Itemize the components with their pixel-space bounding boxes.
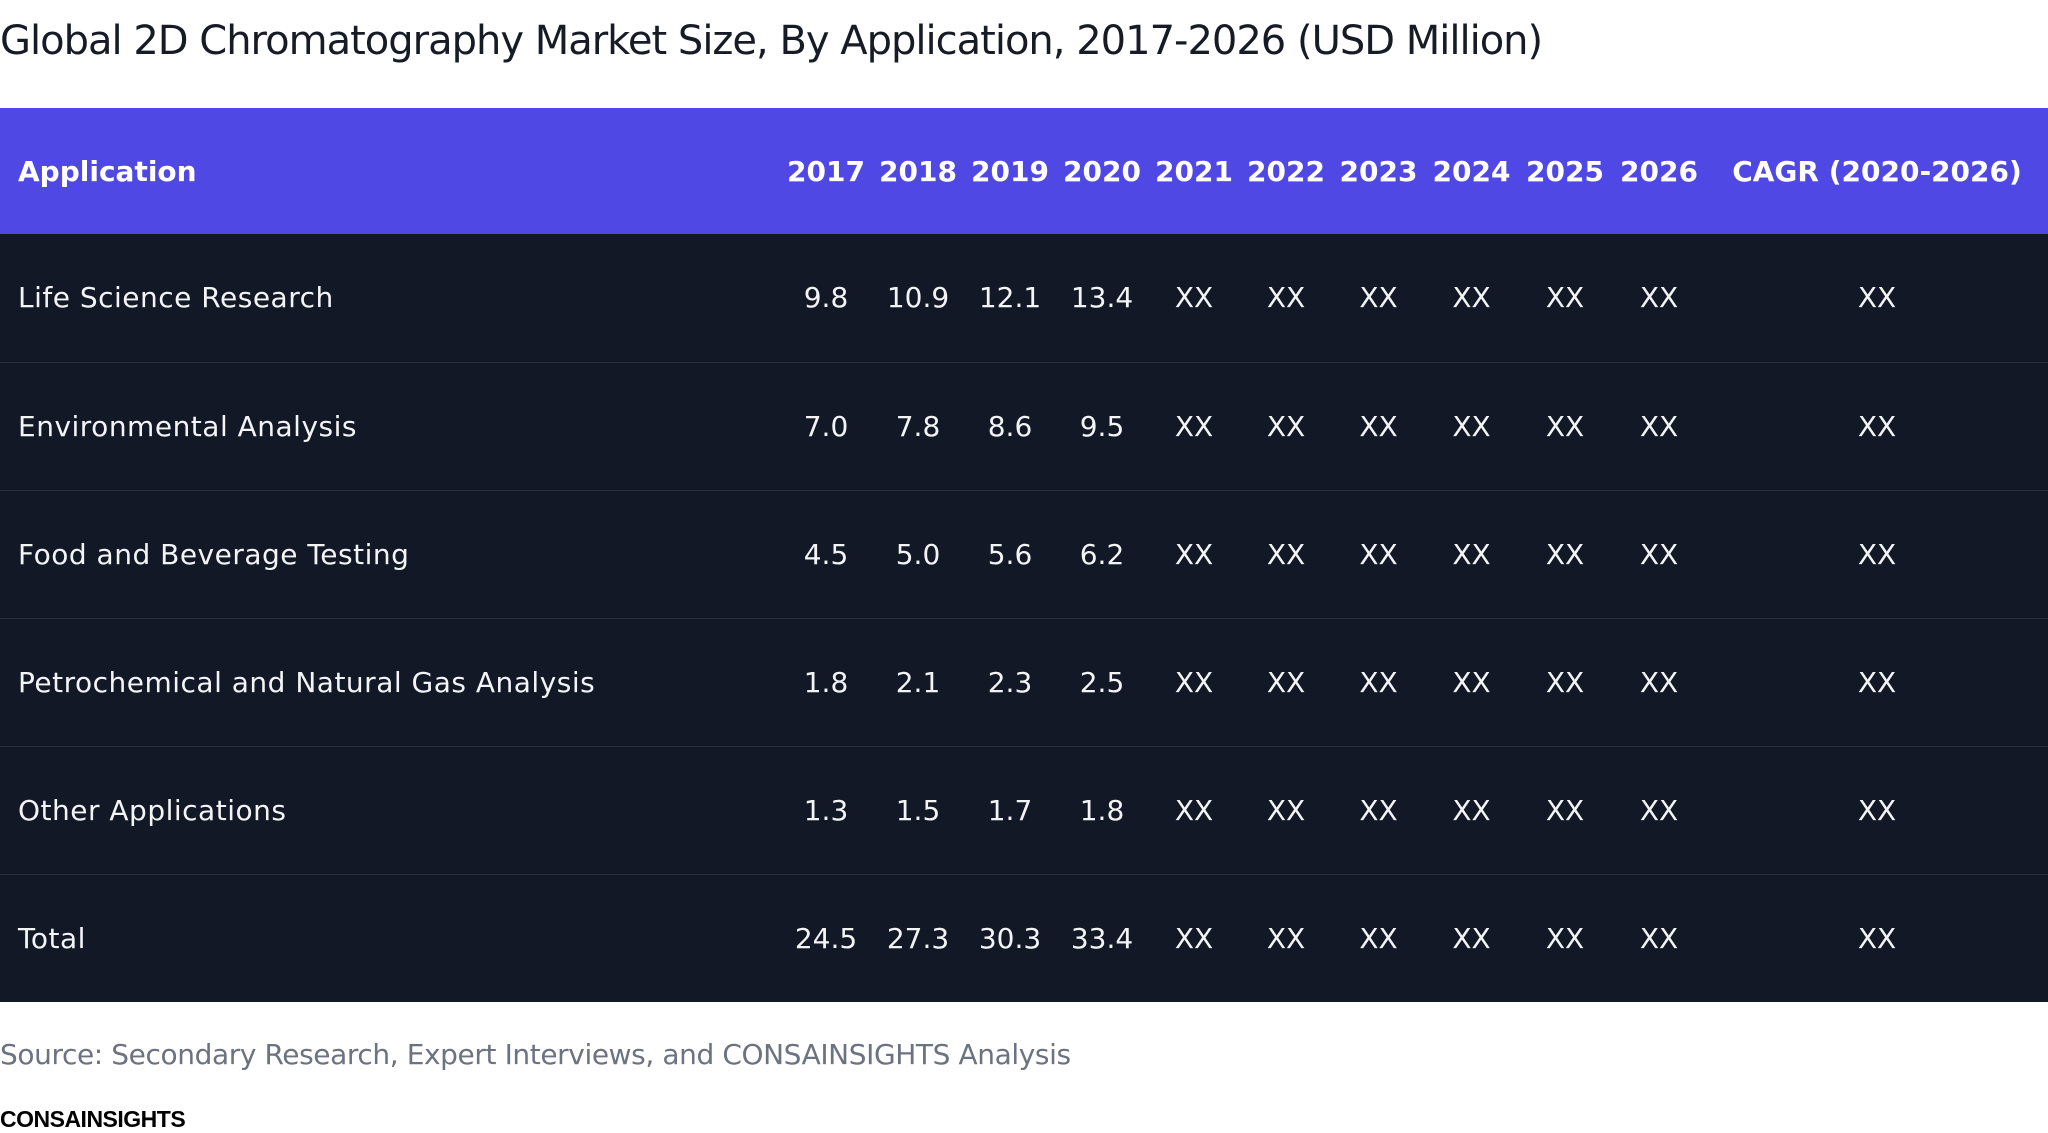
table-cell: 24.5 [780, 873, 872, 1002]
table-cell: XX [1706, 489, 2048, 618]
table-cell: 30.3 [964, 873, 1056, 1002]
table-cell: XX [1425, 745, 1518, 874]
table-cell: XX [1612, 617, 1706, 746]
table-cell: 2.5 [1056, 617, 1148, 746]
source-note: Source: Secondary Research, Expert Inter… [0, 1038, 1071, 1071]
table-cell: 1.5 [872, 745, 964, 874]
table-cell: XX [1332, 361, 1425, 490]
table-cell: XX [1518, 617, 1612, 746]
table-cell: XX [1612, 873, 1706, 1002]
table-body: Life Science Research 9.8 10.9 12.1 13.4 XX XX… [0, 234, 2048, 1002]
table-cell: 1.7 [964, 745, 1056, 874]
table-cell: XX [1332, 745, 1425, 874]
table-row: Other Applications 1.3 1.5 1.7 1.8 XX XX XX XX XX… [0, 745, 2048, 874]
table-cell: 4.5 [780, 489, 872, 618]
table-cell: XX [1706, 873, 2048, 1002]
brand-logo-text: CONSAINSIGHTS [0, 1106, 186, 1132]
table-cell: XX [1639, 281, 1679, 315]
table-cell: XX [1545, 281, 1585, 315]
table-cell: 5.6 [964, 489, 1056, 618]
table-cell: 2.3 [964, 617, 1056, 746]
table-cell: 8.6 [964, 361, 1056, 490]
column-header: 2022 [1247, 154, 1325, 188]
table-cell: 5.0 [872, 489, 964, 618]
row-label: Environmental Analysis [0, 361, 780, 490]
table-cell: XX [1332, 617, 1425, 746]
table-cell: 1.8 [1056, 745, 1148, 874]
table-cell: XX [1240, 361, 1332, 490]
table-cell: XX [1148, 873, 1240, 1002]
table-cell: XX [1518, 489, 1612, 618]
table-cell: XX [1706, 617, 2048, 746]
table-row: Environmental Analysis 7.0 7.8 8.6 9.5 XX XX XX… [0, 361, 2048, 490]
table-cell: XX [1425, 873, 1518, 1002]
table-row: Life Science Research 9.8 10.9 12.1 13.4 XX XX… [0, 234, 2048, 362]
column-header: 2025 [1526, 154, 1604, 188]
table-cell: XX [1240, 745, 1332, 874]
row-label: Petrochemical and Natural Gas Analysis [0, 617, 780, 746]
table-cell: XX [1425, 489, 1518, 618]
table-cell: 9.8 [803, 281, 849, 315]
page-title: Global 2D Chromatography Market Size, By… [0, 18, 1543, 64]
table-cell: XX [1148, 617, 1240, 746]
table-cell: 13.4 [1070, 281, 1134, 315]
table-cell: XX [1240, 489, 1332, 618]
table-cell: XX [1148, 745, 1240, 874]
table-cell: XX [1240, 617, 1332, 746]
row-label: Other Applications [0, 745, 780, 874]
table-cell: XX [1612, 745, 1706, 874]
table-cell: 1.8 [780, 617, 872, 746]
table-cell: XX [1425, 617, 1518, 746]
table-cell: 27.3 [872, 873, 964, 1002]
column-header: 2023 [1339, 154, 1418, 188]
table-cell: 6.2 [1056, 489, 1148, 618]
table-cell: XX [1148, 489, 1240, 618]
table-cell: XX [1240, 873, 1332, 1002]
row-label: Total [0, 873, 780, 1002]
column-header: 2018 [879, 154, 957, 188]
column-header: 2017 [787, 154, 865, 188]
table-cell: XX [1706, 745, 2048, 874]
table-cell: XX [1359, 281, 1398, 315]
column-header: 2019 [971, 154, 1049, 188]
table-cell: XX [1612, 489, 1706, 618]
table-cell: XX [1332, 873, 1425, 1002]
table-cell: XX [1174, 281, 1214, 315]
table-cell: XX [1857, 281, 1897, 315]
row-label: Life Science Research [18, 281, 334, 315]
table-row: Food and Beverage Testing 4.5 5.0 5.6 6.2 XX X… [0, 489, 2048, 618]
table-row: Total 24.5 27.3 30.3 33.4 XX XX XX XX XX XX XX [0, 873, 2048, 1002]
table-cell: XX [1706, 361, 2048, 490]
table-cell: 33.4 [1056, 873, 1148, 1002]
table-cell: XX [1148, 361, 1240, 490]
column-header: 2026 [1620, 154, 1698, 188]
column-header: 2021 [1155, 154, 1233, 188]
table-cell: XX [1332, 489, 1425, 618]
column-header: 2024 [1432, 154, 1511, 188]
table-cell: XX [1612, 361, 1706, 490]
market-size-table: Application 2017 2018 2019 2020 2021 2022 2023 2… [0, 108, 2048, 1002]
table-cell: XX [1266, 281, 1306, 315]
column-header: 2020 [1063, 154, 1141, 188]
table-cell: XX [1518, 745, 1612, 874]
table-cell: 10.9 [886, 281, 950, 315]
table-cell: 1.3 [780, 745, 872, 874]
table-row: Petrochemical and Natural Gas Analysis 1.… [0, 617, 2048, 746]
table-cell: 2.1 [872, 617, 964, 746]
header-row: Application 2017 2018 2019 2020 2021 2022 2023 2… [0, 108, 2048, 234]
table-cell: 7.0 [780, 361, 872, 490]
column-header-application: Application [18, 154, 197, 188]
row-label: Food and Beverage Testing [0, 489, 780, 618]
table-cell: XX [1425, 361, 1518, 490]
table-cell: 7.8 [872, 361, 964, 490]
table-cell: 9.5 [1056, 361, 1148, 490]
table-cell: XX [1518, 361, 1612, 490]
column-header: CAGR (2020-2026) [1732, 154, 2022, 188]
table-cell: XX [1452, 281, 1491, 315]
table-header: Application 2017 2018 2019 2020 2021 2022 2023 2… [0, 108, 2048, 234]
table-cell: XX [1518, 873, 1612, 1002]
table-cell: 12.1 [978, 281, 1042, 315]
